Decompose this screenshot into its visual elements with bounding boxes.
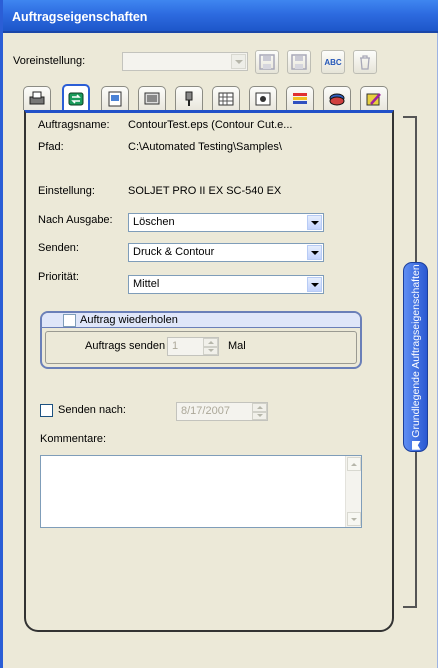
path-label: Pfad: — [38, 141, 64, 153]
spin-down-icon[interactable] — [252, 411, 267, 420]
side-tab-content: Grundlegende Auftragseigenschaften — [408, 264, 424, 450]
setting-label: Einstellung: — [38, 185, 95, 197]
bookmark-icon — [411, 441, 420, 450]
job-arrows-icon — [68, 92, 84, 105]
tab-color-edit[interactable] — [360, 86, 388, 110]
spin-up-icon[interactable] — [203, 338, 218, 347]
window-title: Auftragseigenschaften — [3, 0, 438, 33]
spinner-buttons[interactable] — [203, 338, 218, 355]
floppy-disk-arrow-icon — [291, 54, 307, 70]
priority-label: Priorität: — [38, 271, 79, 283]
repeat-job-label: Auftrag wiederholen — [80, 314, 178, 326]
repeat-job-checkbox[interactable] — [63, 314, 76, 327]
color-bars-icon — [293, 92, 307, 104]
printer-icon — [29, 91, 45, 104]
trash-icon — [360, 55, 370, 70]
send-label: Senden: — [38, 242, 79, 254]
save-preset-button[interactable] — [255, 50, 279, 74]
repeat-job-header: Auftrag wiederholen — [42, 313, 360, 328]
priority-value: Mittel — [133, 278, 160, 290]
send-count-unit: Mal — [228, 340, 246, 352]
send-count-label: Auftrags senden — [85, 340, 166, 352]
basic-job-properties-tab[interactable]: Grundlegende Auftragseigenschaften — [403, 262, 428, 452]
after-output-label: Nach Ausgabe: — [38, 214, 113, 226]
setting-value: SOLJET PRO II EX SC-540 EX — [128, 185, 282, 197]
tab-general[interactable] — [23, 86, 51, 110]
scroll-down-icon[interactable] — [347, 512, 361, 526]
after-output-select[interactable]: Löschen — [128, 213, 324, 232]
tab-profile[interactable] — [323, 86, 351, 110]
tab-media[interactable] — [138, 86, 166, 110]
marks-icon — [255, 92, 271, 105]
job-settings-panel: Auftragsname: ContourTest.eps (Contour C… — [24, 110, 394, 632]
tab-marks[interactable] — [249, 86, 277, 110]
after-output-value: Löschen — [133, 216, 175, 228]
send-count-spinner[interactable]: 1 — [167, 337, 219, 356]
media-icon — [144, 92, 160, 104]
priority-select[interactable]: Mittel — [128, 275, 324, 294]
send-after-checkbox[interactable] — [40, 404, 53, 417]
send-select[interactable]: Druck & Contour — [128, 243, 324, 262]
spin-down-icon[interactable] — [203, 346, 218, 355]
color-pencil-icon — [366, 92, 381, 105]
tab-cutter[interactable] — [175, 86, 203, 110]
floppy-disk-icon — [259, 54, 275, 70]
scroll-up-icon[interactable] — [347, 457, 361, 471]
send-after-date: 8/17/2007 — [181, 405, 230, 417]
save-as-preset-button[interactable] — [287, 50, 311, 74]
chevron-down-icon[interactable] — [307, 215, 322, 230]
path-value: C:\Automated Testing\Samples\ — [128, 141, 282, 153]
chevron-down-icon[interactable] — [307, 245, 322, 260]
send-value: Druck & Contour — [133, 246, 215, 258]
abc-icon: ABC — [324, 57, 342, 67]
comments-textarea[interactable] — [40, 455, 362, 528]
job-name-value: ContourTest.eps (Contour Cut.e... — [128, 119, 293, 131]
tab-job[interactable] — [62, 84, 90, 111]
cutter-icon — [185, 91, 193, 106]
preset-select[interactable] — [122, 52, 248, 71]
spin-up-icon[interactable] — [252, 403, 267, 412]
tab-image[interactable] — [101, 86, 129, 110]
send-after-date-picker[interactable]: 8/17/2007 — [176, 402, 268, 421]
delete-preset-button[interactable] — [353, 50, 377, 74]
rename-preset-button[interactable]: ABC — [321, 50, 345, 74]
job-name-label: Auftragsname: — [38, 119, 110, 131]
preset-label: Voreinstellung: — [13, 55, 86, 67]
send-count-value: 1 — [172, 340, 179, 352]
chevron-down-icon[interactable] — [307, 277, 322, 292]
comments-label: Kommentare: — [40, 433, 107, 445]
chevron-down-icon[interactable] — [231, 54, 246, 69]
tab-color[interactable] — [286, 86, 314, 110]
comments-scrollbar[interactable] — [345, 456, 361, 527]
grid-icon — [218, 92, 234, 105]
side-tab-label: Grundlegende Auftragseigenschaften — [409, 264, 422, 438]
image-icon — [108, 91, 122, 106]
tab-grid[interactable] — [212, 86, 240, 110]
repeat-job-group: Auftrag wiederholen Auftrags senden 1 Ma… — [40, 311, 362, 369]
date-spinner-buttons[interactable] — [252, 403, 267, 420]
profile-icon — [329, 93, 345, 105]
job-properties-window: Auftragseigenschaften Voreinstellung: AB… — [0, 0, 438, 668]
send-after-label: Senden nach: — [58, 404, 126, 416]
